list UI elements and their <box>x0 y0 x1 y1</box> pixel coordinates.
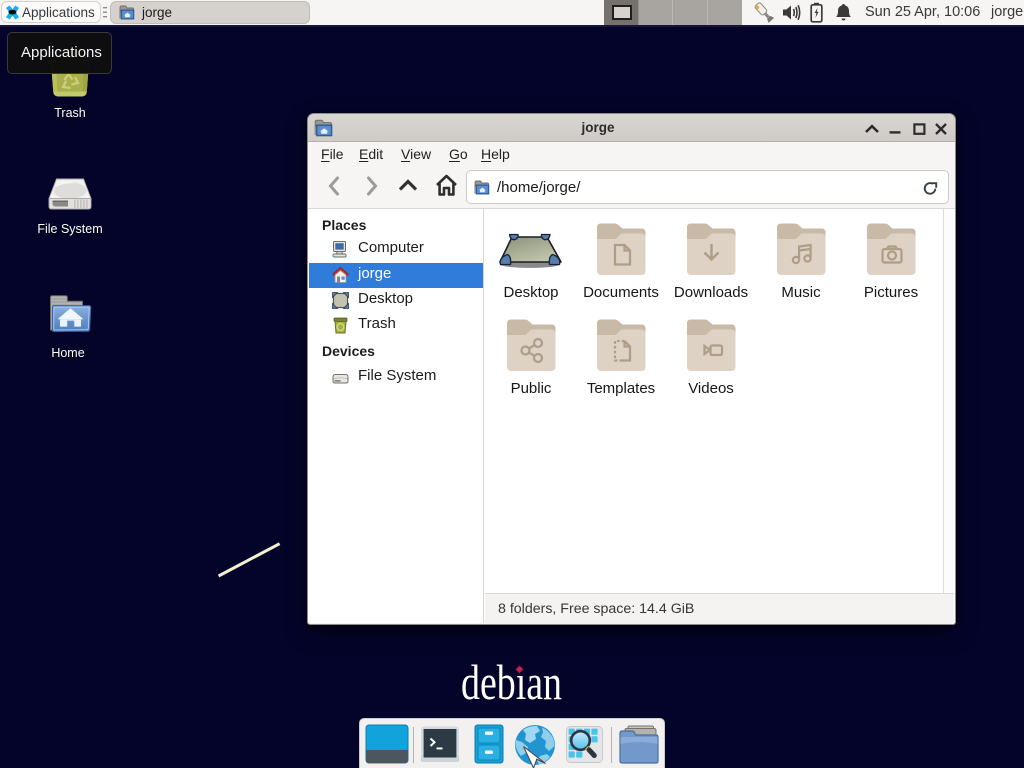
svg-text:debıan: debıan <box>461 654 562 710</box>
